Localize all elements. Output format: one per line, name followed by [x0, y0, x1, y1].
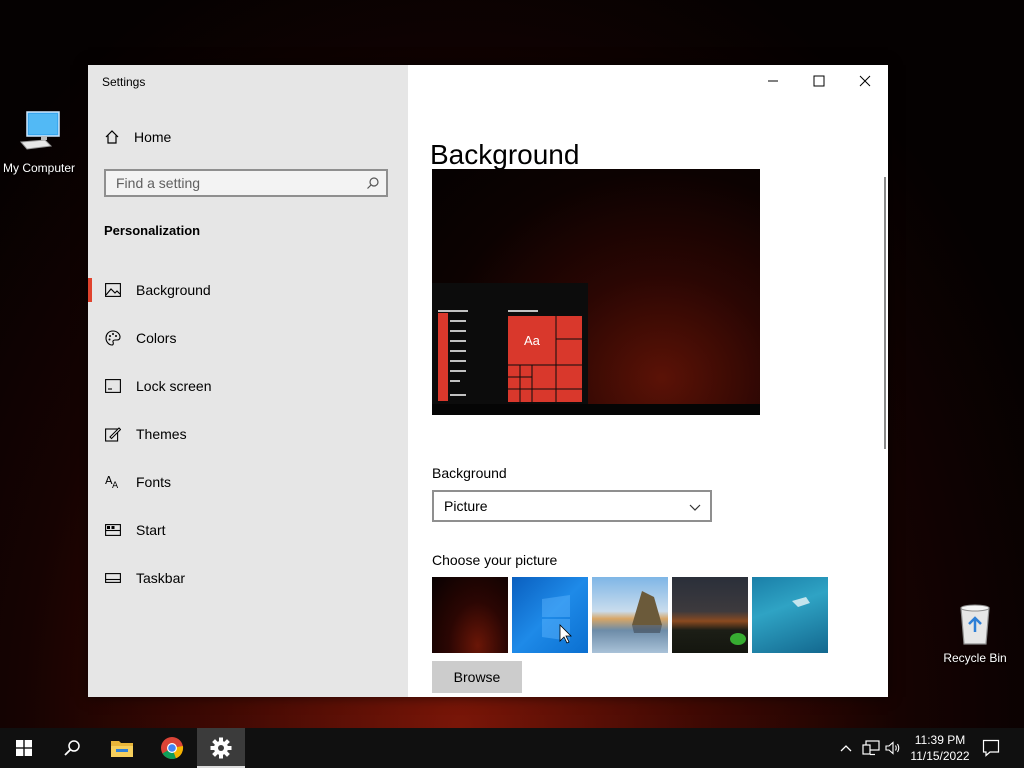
desktop-icon-label: Recycle Bin: [943, 651, 1007, 665]
fonts-icon: AA: [104, 473, 122, 491]
gear-icon: [210, 737, 232, 759]
close-button[interactable]: [842, 65, 888, 97]
home-label: Home: [134, 129, 172, 145]
picture-thumb-blue[interactable]: [512, 577, 588, 653]
background-label: Background: [432, 465, 507, 481]
picture-thumb-night[interactable]: [672, 577, 748, 653]
network-icon: [862, 740, 880, 756]
clock-date: 11/15/2022: [910, 749, 970, 763]
taskbar: 11:39 PM 11/15/2022: [0, 728, 1024, 768]
background-dropdown-value: Picture: [444, 498, 488, 514]
window-title: Settings: [102, 75, 146, 89]
browse-button[interactable]: Browse: [432, 661, 522, 693]
picture-thumb-red[interactable]: [432, 577, 508, 653]
picture-icon: [104, 281, 122, 299]
picture-thumbnails: [432, 577, 832, 653]
page-title: Background: [430, 138, 580, 170]
sidebar-item-label: Start: [136, 522, 166, 538]
notification-icon: [982, 739, 1000, 757]
palette-icon: [104, 329, 122, 347]
search-icon: [64, 740, 80, 756]
sidebar-item-label: Lock screen: [136, 378, 212, 394]
clock-time: 11:39 PM: [914, 733, 966, 747]
minimize-button[interactable]: [750, 65, 796, 97]
svg-text:A: A: [112, 481, 119, 490]
chevron-up-icon: [840, 745, 852, 752]
windows-logo-icon: [16, 740, 32, 756]
sidebar-item-start[interactable]: Start: [88, 506, 408, 554]
chevron-down-icon: [689, 504, 701, 511]
sidebar-item-lock-screen[interactable]: Lock screen: [88, 362, 408, 410]
settings-window: Settings Home Personalization Background: [88, 65, 888, 697]
sidebar-item-colors[interactable]: Colors: [88, 314, 408, 362]
settings-taskbar-button[interactable]: [197, 728, 245, 768]
search-icon: [367, 177, 379, 189]
preview-start-menu: Aa: [432, 283, 588, 404]
desktop-icon-my-computer[interactable]: My Computer: [0, 108, 81, 175]
desktop-preview: Aa: [432, 169, 760, 415]
file-explorer-button[interactable]: [98, 728, 146, 768]
sidebar-item-label: Taskbar: [136, 570, 186, 586]
themes-icon: [104, 425, 122, 443]
sidebar-item-label: Themes: [136, 426, 187, 442]
start-button[interactable]: [0, 728, 48, 768]
window-controls: [750, 65, 888, 97]
search-input[interactable]: [106, 171, 356, 195]
section-heading: Personalization: [104, 223, 201, 238]
choose-picture-label: Choose your picture: [432, 552, 558, 568]
recycle-bin-icon: [960, 604, 990, 645]
search-box[interactable]: [104, 169, 388, 197]
chrome-button[interactable]: [148, 728, 196, 768]
computer-icon: [19, 111, 60, 150]
taskbar-icon: [104, 569, 122, 587]
maximize-button[interactable]: [796, 65, 842, 97]
settings-sidebar: Settings Home Personalization Background: [88, 65, 408, 697]
desktop-icon-recycle-bin[interactable]: Recycle Bin: [933, 602, 1017, 665]
home-icon: [105, 130, 119, 144]
network-button[interactable]: [858, 728, 884, 768]
show-hidden-icons-button[interactable]: [836, 728, 856, 768]
close-icon: [859, 75, 871, 87]
sidebar-nav: Background Colors Lock screen Themes A A…: [88, 266, 408, 602]
sidebar-item-label: Background: [136, 282, 211, 298]
maximize-icon: [813, 75, 825, 87]
lock-screen-icon: [104, 377, 122, 395]
start-icon: [104, 521, 122, 539]
sidebar-item-label: Fonts: [136, 474, 172, 490]
action-center-button[interactable]: [978, 728, 1004, 768]
settings-content: Background Aa Background Picture Choose …: [408, 65, 888, 697]
sidebar-item-label: Colors: [136, 330, 177, 346]
home-link[interactable]: Home: [104, 129, 171, 145]
preview-tile-text: Aa: [524, 333, 540, 348]
sidebar-item-fonts[interactable]: AA Fonts: [88, 458, 408, 506]
sidebar-item-themes[interactable]: Themes: [88, 410, 408, 458]
preview-taskbar: [432, 404, 760, 415]
sidebar-item-taskbar[interactable]: Taskbar: [88, 554, 408, 602]
chrome-icon: [161, 737, 184, 759]
sidebar-item-background[interactable]: Background: [88, 266, 408, 314]
picture-thumb-beach[interactable]: [592, 577, 668, 653]
search-taskbar-button[interactable]: [48, 728, 96, 768]
folder-icon: [111, 741, 133, 757]
desktop-icon-label: My Computer: [2, 161, 76, 175]
content-scrollbar[interactable]: [884, 177, 886, 449]
taskbar-clock[interactable]: 11:39 PM 11/15/2022: [898, 728, 982, 768]
minimize-icon: [768, 80, 778, 82]
picture-thumb-underwater[interactable]: [752, 577, 828, 653]
background-dropdown[interactable]: Picture: [432, 490, 712, 522]
